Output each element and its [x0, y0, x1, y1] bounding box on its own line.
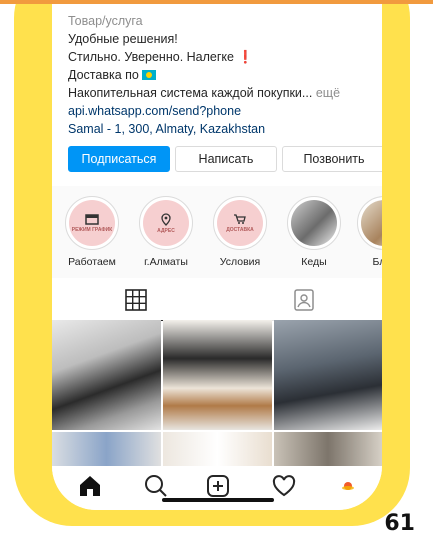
location-pin-icon: [161, 212, 171, 226]
search-tab[interactable]: [142, 472, 170, 500]
search-icon: [145, 475, 167, 497]
profile-avatar: [342, 482, 354, 490]
cart-icon: [234, 214, 246, 224]
new-post-tab[interactable]: [204, 472, 232, 500]
highlight-label: Работаем: [68, 256, 116, 268]
page-number: 61: [384, 511, 415, 536]
more-link[interactable]: ещё: [316, 86, 340, 100]
highlight-cover-text: АДРЕС: [157, 227, 175, 234]
kazakhstan-flag-icon: [141, 70, 156, 80]
highlight-cover-text: ДОСТАВКА: [226, 227, 254, 233]
story-highlights: РЕЖИМ ГРАФИК Работаем АДРЕС г.Алматы ДОС…: [52, 186, 382, 278]
highlight-item[interactable]: АДРЕС г.Алматы: [138, 196, 194, 268]
post-thumbnail[interactable]: [52, 320, 161, 430]
highlight-label: Условия: [219, 256, 261, 268]
profile-tabs: [52, 280, 382, 321]
profile-tab[interactable]: [334, 472, 362, 500]
highlight-cover-text: РЕЖИМ ГРАФИК: [71, 227, 113, 233]
sneakers-photo: [291, 200, 337, 246]
exclamation-icon: ❗: [237, 50, 254, 64]
bio-line-2: Стильно. Уверенно. Налегке ❗: [68, 50, 254, 64]
bottom-navigation: [52, 466, 382, 510]
tagged-tab[interactable]: [290, 286, 318, 314]
calendar-icon: [85, 214, 99, 225]
new-post-icon: [207, 475, 229, 497]
subscribe-button[interactable]: Подписаться: [68, 146, 170, 172]
highlight-label: Кеды: [301, 256, 327, 268]
activity-tab[interactable]: [270, 472, 298, 500]
post-thumbnail[interactable]: [163, 320, 272, 430]
profile-link[interactable]: api.whatsapp.com/send?phone: [68, 102, 374, 120]
highlight-item[interactable]: РЕЖИМ ГРАФИК Работаем: [64, 196, 120, 268]
grid-tab[interactable]: [52, 286, 220, 321]
home-icon: [80, 476, 100, 496]
message-button[interactable]: Написать: [175, 146, 277, 172]
highlight-item[interactable]: Кеды: [286, 196, 342, 268]
bio-line-3: Доставка по: [68, 66, 374, 84]
highlight-label: Блуз: [372, 256, 382, 268]
highlight-item[interactable]: ДОСТАВКА Условия: [212, 196, 268, 268]
profile-bio: Товар/услуга Удобные решения! Стильно. У…: [68, 12, 374, 138]
bio-line-1: Удобные решения!: [68, 32, 178, 46]
home-tab[interactable]: [76, 472, 104, 500]
blouse-photo: [361, 200, 382, 246]
posts-grid: [52, 320, 382, 472]
post-thumbnail[interactable]: [274, 320, 382, 430]
grid-icon: [125, 289, 147, 311]
highlight-item[interactable]: Блуз: [356, 196, 382, 268]
profile-address[interactable]: Samal - 1, 300, Almaty, Kazakhstan: [68, 120, 374, 138]
phone-screen: Товар/услуга Удобные решения! Стильно. У…: [52, 4, 382, 510]
profile-actions: Подписаться Написать Позвонить: [68, 146, 382, 172]
heart-icon: [272, 475, 296, 497]
profile-category: Товар/услуга: [68, 14, 143, 28]
call-button[interactable]: Позвонить: [282, 146, 382, 172]
home-indicator[interactable]: [162, 498, 274, 502]
bio-line-4: Накопительная система каждой покупки... …: [68, 86, 341, 100]
tagged-icon: [294, 289, 314, 311]
highlight-label: г.Алматы: [144, 256, 188, 268]
